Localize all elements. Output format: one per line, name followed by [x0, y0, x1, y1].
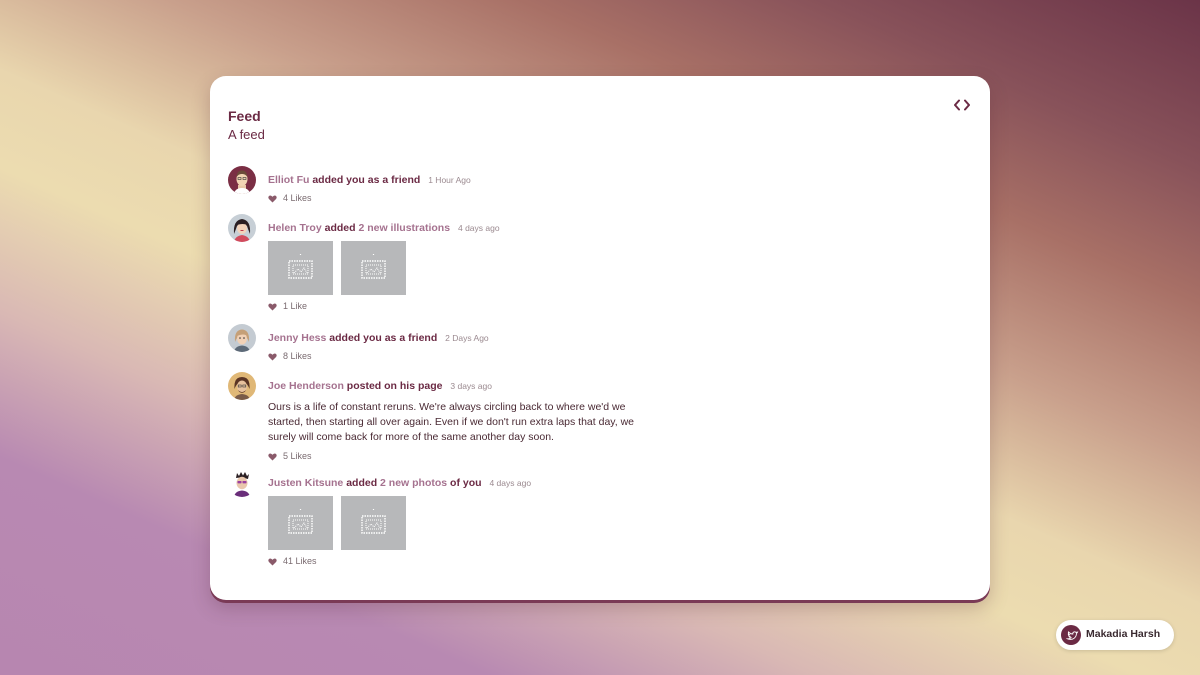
avatar[interactable]: [228, 372, 256, 400]
feed-card: Feed A feed Elliot Fu added you as a fri…: [210, 76, 990, 600]
avatar[interactable]: [228, 324, 256, 352]
user-link[interactable]: Jenny Hess: [268, 332, 326, 344]
heart-icon: [268, 302, 277, 311]
author-name: Makadia Harsh: [1086, 628, 1161, 640]
illustrations-link[interactable]: 2 new illustrations: [358, 222, 450, 234]
event-meta: 1 Like: [268, 300, 668, 312]
event-summary: Justen Kitsune added 2 new photos of you…: [268, 476, 668, 490]
event-summary: Joe Henderson posted on his page 3 days …: [268, 379, 668, 393]
event-images: [268, 241, 668, 295]
avatar[interactable]: [228, 166, 256, 194]
like-count: 5 Likes: [283, 451, 312, 461]
image-thumbnail[interactable]: [341, 496, 407, 550]
event-date: 4 days ago: [489, 478, 532, 488]
author-badge[interactable]: Makadia Harsh: [1056, 620, 1174, 650]
user-link[interactable]: Helen Troy: [268, 222, 322, 234]
user-link[interactable]: Joe Henderson: [268, 380, 344, 392]
event-meta: 5 Likes: [268, 450, 668, 462]
event-meta: 8 Likes: [268, 350, 668, 362]
like-button[interactable]: 8 Likes: [268, 350, 312, 362]
event-summary: Helen Troy added 2 new illustrations 4 d…: [268, 221, 668, 235]
heart-icon: [268, 452, 277, 461]
image-thumbnail[interactable]: [268, 241, 333, 295]
event-date: 3 days ago: [450, 381, 492, 391]
image-thumbnail[interactable]: [268, 496, 333, 550]
event-images: [268, 496, 668, 550]
event-action: added: [346, 477, 378, 489]
heart-icon: [268, 557, 277, 566]
event-summary: Jenny Hess added you as a friend 2 Days …: [268, 331, 668, 345]
like-button[interactable]: 41 Likes: [268, 555, 317, 567]
image-placeholder-icon: [361, 254, 387, 279]
like-button[interactable]: 5 Likes: [268, 450, 312, 462]
avatar[interactable]: [228, 214, 256, 242]
event-meta: 41 Likes: [268, 555, 668, 567]
event-date: 4 days ago: [457, 223, 500, 233]
user-link[interactable]: Elliot Fu: [268, 174, 309, 186]
event-action: added: [324, 222, 356, 234]
like-count: 41 Likes: [283, 556, 317, 566]
image-thumbnail[interactable]: [341, 241, 407, 295]
image-placeholder-icon: [288, 254, 313, 279]
event-date: 2 Days Ago: [445, 333, 489, 343]
twitter-icon: [1061, 625, 1081, 645]
image-placeholder-icon: [361, 509, 387, 534]
code-icon[interactable]: [954, 98, 970, 111]
like-button[interactable]: 1 Like: [268, 300, 307, 312]
event-action: added you as a friend: [312, 174, 421, 186]
like-count: 8 Likes: [283, 351, 312, 361]
photos-link[interactable]: 2 new photos: [380, 477, 447, 489]
event-summary: Elliot Fu added you as a friend 1 Hour A…: [268, 173, 668, 187]
avatar[interactable]: [228, 469, 256, 497]
page-title: Feed: [228, 108, 261, 124]
like-count: 1 Like: [283, 301, 308, 311]
user-link[interactable]: Justen Kitsune: [268, 477, 343, 489]
event-action: added you as a friend: [329, 332, 438, 344]
event-date: 1 Hour Ago: [428, 175, 471, 185]
event-meta: 4 Likes: [268, 192, 668, 204]
like-count: 4 Likes: [283, 193, 312, 203]
post-text: Ours is a life of constant reruns. We're…: [268, 401, 635, 443]
page-subtitle: A feed: [228, 127, 265, 142]
like-button[interactable]: 4 Likes: [268, 192, 312, 204]
heart-icon: [268, 194, 277, 203]
event-action-suffix: of you: [450, 477, 482, 489]
event-action: posted on his page: [346, 380, 443, 392]
image-placeholder-icon: [288, 509, 313, 534]
heart-icon: [268, 352, 277, 361]
